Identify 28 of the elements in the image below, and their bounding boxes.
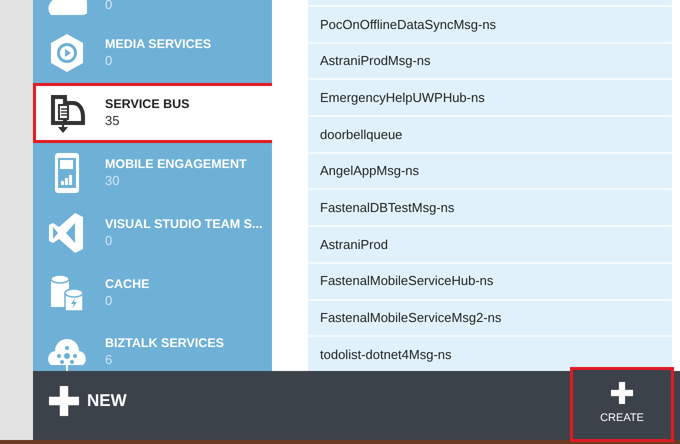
service-count: 35 — [105, 112, 120, 130]
sidebar-item[interactable]: SERVICE BUS 35 — [33, 83, 272, 143]
service-name: VISUAL STUDIO TEAM S... — [105, 216, 262, 232]
service-name: MOBILE ENGAGEMENT — [105, 156, 247, 172]
plus-icon — [49, 386, 79, 416]
service-count: 0 — [105, 292, 114, 310]
service-count: 0 — [105, 232, 114, 250]
namespace-row[interactable]: FastenalDBTestMsg-ns — [308, 190, 672, 228]
namespace-row[interactable]: FastenalMobileServiceHub-ns — [308, 264, 672, 300]
service-count: 0 — [105, 0, 112, 14]
namespace-row[interactable]: doorbellqueue — [308, 117, 672, 154]
create-button[interactable]: CREATE — [570, 367, 674, 442]
namespace-row[interactable]: FastenalMobileServiceMsg2-ns — [308, 300, 672, 338]
service-name: BIZTALK SERVICES — [105, 335, 224, 351]
service-count: 30 — [105, 172, 120, 190]
namespace-row[interactable]: PocOnOfflineDataSyncMsg-ns — [308, 7, 672, 44]
new-button[interactable]: NEW — [49, 386, 127, 416]
namespace-row[interactable]: AstraniProd — [308, 227, 672, 264]
service-name: SERVICE BUS — [105, 96, 190, 112]
service-name: MEDIA SERVICES — [105, 36, 212, 52]
service-name: CACHE — [105, 276, 150, 292]
service-count: 0 — [105, 52, 114, 70]
cloud-icon — [47, 0, 87, 15]
plus-icon — [611, 382, 633, 404]
service-count: 6 — [105, 351, 114, 369]
namespace-row[interactable]: AngelAppMsg-ns — [308, 154, 672, 190]
namespace-row[interactable]: AstraniProdMsg-ns — [308, 44, 672, 80]
namespace-row[interactable]: EmergencyHelpUWPHub-ns — [308, 80, 672, 118]
